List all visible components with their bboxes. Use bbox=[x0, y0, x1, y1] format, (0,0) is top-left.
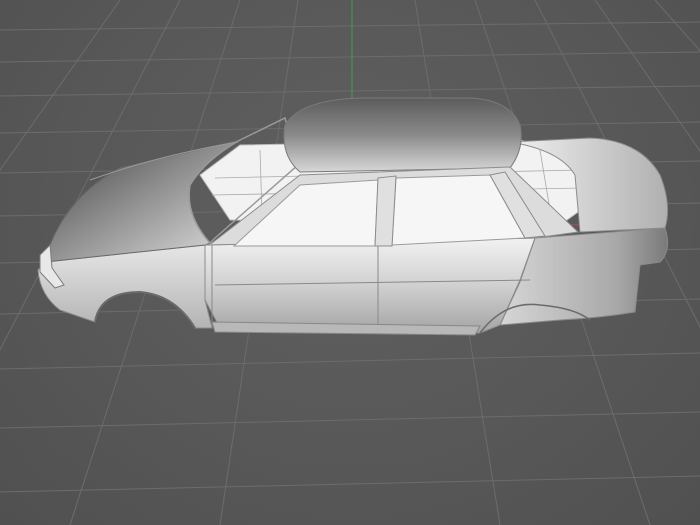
roof-panel bbox=[283, 97, 522, 173]
side-body-panel bbox=[204, 237, 536, 334]
b-pillar bbox=[374, 175, 397, 247]
car-body-model[interactable] bbox=[37, 97, 669, 336]
viewport-canvas[interactable] bbox=[0, 0, 700, 525]
3d-viewport[interactable] bbox=[0, 0, 700, 525]
